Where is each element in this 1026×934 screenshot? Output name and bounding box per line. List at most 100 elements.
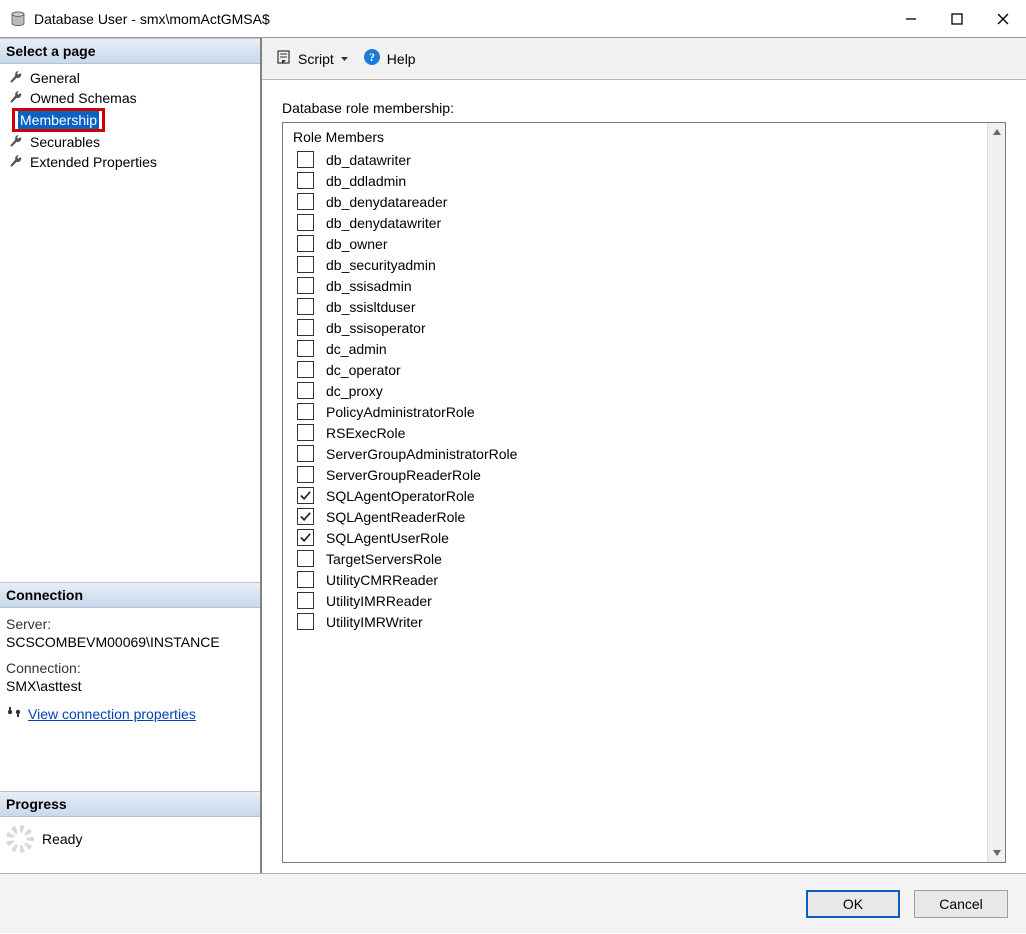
role-row[interactable]: SQLAgentReaderRole	[283, 506, 987, 527]
role-row[interactable]: db_denydatareader	[283, 191, 987, 212]
role-name: db_denydatawriter	[326, 215, 441, 231]
maximize-button[interactable]	[934, 0, 980, 38]
sidebar-item-membership[interactable]: Membership	[12, 108, 105, 132]
role-name: ServerGroupReaderRole	[326, 467, 481, 483]
role-row[interactable]: db_ssisoperator	[283, 317, 987, 338]
help-button[interactable]: ? Help	[359, 46, 420, 71]
role-row[interactable]: SQLAgentUserRole	[283, 527, 987, 548]
sidebar-item-label: Membership	[18, 111, 99, 129]
progress-status: Ready	[42, 831, 82, 847]
scroll-down-icon[interactable]	[988, 844, 1006, 862]
role-row[interactable]: db_denydatawriter	[283, 212, 987, 233]
role-name: UtilityIMRWriter	[326, 614, 423, 630]
role-membership-label: Database role membership:	[282, 100, 1006, 116]
role-checkbox[interactable]	[297, 550, 314, 567]
ok-button[interactable]: OK	[806, 890, 900, 918]
role-checkbox[interactable]	[297, 403, 314, 420]
role-checkbox[interactable]	[297, 361, 314, 378]
script-dropdown[interactable]: Script	[272, 47, 353, 70]
progress-spinner-icon	[6, 825, 34, 853]
role-row[interactable]: ServerGroupReaderRole	[283, 464, 987, 485]
role-checkbox[interactable]	[297, 235, 314, 252]
role-checkbox[interactable]	[297, 487, 314, 504]
role-row[interactable]: UtilityCMRReader	[283, 569, 987, 590]
role-checkbox[interactable]	[297, 214, 314, 231]
role-row[interactable]: UtilityIMRWriter	[283, 611, 987, 632]
sidebar-item-label: Extended Properties	[30, 154, 157, 170]
role-list: db_datawriter db_ddladmin db_denydatareade…	[283, 149, 987, 632]
role-checkbox[interactable]	[297, 277, 314, 294]
wrench-icon	[8, 90, 24, 106]
role-name: SQLAgentUserRole	[326, 530, 449, 546]
role-checkbox[interactable]	[297, 445, 314, 462]
role-name: TargetServersRole	[326, 551, 442, 567]
role-row[interactable]: ServerGroupAdministratorRole	[283, 443, 987, 464]
role-row[interactable]: db_securityadmin	[283, 254, 987, 275]
close-button[interactable]	[980, 0, 1026, 38]
role-name: dc_operator	[326, 362, 401, 378]
role-checkbox[interactable]	[297, 319, 314, 336]
scrollbar[interactable]	[987, 123, 1005, 862]
role-checkbox[interactable]	[297, 592, 314, 609]
dialog-footer: OK Cancel	[0, 873, 1026, 933]
role-checkbox[interactable]	[297, 340, 314, 357]
role-checkbox[interactable]	[297, 256, 314, 273]
role-row[interactable]: TargetServersRole	[283, 548, 987, 569]
script-label: Script	[298, 51, 334, 67]
chevron-down-icon	[340, 51, 349, 67]
role-row[interactable]: PolicyAdministratorRole	[283, 401, 987, 422]
role-row[interactable]: db_datawriter	[283, 149, 987, 170]
role-checkbox[interactable]	[297, 172, 314, 189]
wrench-icon	[8, 154, 24, 170]
sidebar-item-general[interactable]: General	[2, 68, 258, 88]
help-icon: ?	[363, 48, 381, 69]
role-row[interactable]: RSExecRole	[283, 422, 987, 443]
role-name: UtilityIMRReader	[326, 593, 432, 609]
role-row[interactable]: UtilityIMRReader	[283, 590, 987, 611]
role-row[interactable]: dc_admin	[283, 338, 987, 359]
role-row[interactable]: db_ddladmin	[283, 170, 987, 191]
main-panel: Script ? Help Database role membership:	[262, 38, 1026, 873]
role-checkbox[interactable]	[297, 529, 314, 546]
role-name: db_ssisltduser	[326, 299, 416, 315]
role-name: db_ssisadmin	[326, 278, 412, 294]
role-name: SQLAgentOperatorRole	[326, 488, 475, 504]
role-row[interactable]: SQLAgentOperatorRole	[283, 485, 987, 506]
sidebar-item-extended-properties[interactable]: Extended Properties	[2, 152, 258, 172]
role-name: UtilityCMRReader	[326, 572, 438, 588]
role-row[interactable]: db_owner	[283, 233, 987, 254]
sidebar-item-securables[interactable]: Securables	[2, 132, 258, 152]
sidebar-item-label: General	[30, 70, 80, 86]
sidebar-item-label: Securables	[30, 134, 100, 150]
role-row[interactable]: db_ssisltduser	[283, 296, 987, 317]
sidebar: Select a page General Owned Schemas Member…	[0, 38, 262, 873]
role-checkbox[interactable]	[297, 193, 314, 210]
role-row[interactable]: db_ssisadmin	[283, 275, 987, 296]
cancel-button[interactable]: Cancel	[914, 890, 1008, 918]
role-name: db_ddladmin	[326, 173, 406, 189]
role-checkbox[interactable]	[297, 613, 314, 630]
connection-block: Server: SCSCOMBEVM00069\INSTANCE Connect…	[0, 608, 260, 731]
role-name: db_datawriter	[326, 152, 411, 168]
view-connection-properties-link[interactable]: View connection properties	[28, 706, 196, 722]
role-name: SQLAgentReaderRole	[326, 509, 465, 525]
server-value: SCSCOMBEVM00069\INSTANCE	[6, 634, 254, 650]
database-icon	[10, 11, 26, 27]
role-checkbox[interactable]	[297, 466, 314, 483]
connection-properties-icon	[6, 704, 22, 723]
role-checkbox[interactable]	[297, 571, 314, 588]
minimize-button[interactable]	[888, 0, 934, 38]
role-row[interactable]: dc_operator	[283, 359, 987, 380]
connection-header: Connection	[0, 582, 260, 608]
role-checkbox[interactable]	[297, 298, 314, 315]
role-checkbox[interactable]	[297, 424, 314, 441]
role-checkbox[interactable]	[297, 382, 314, 399]
role-row[interactable]: dc_proxy	[283, 380, 987, 401]
select-page-header: Select a page	[0, 38, 260, 64]
role-checkbox[interactable]	[297, 151, 314, 168]
scroll-up-icon[interactable]	[988, 123, 1006, 141]
wrench-icon	[8, 134, 24, 150]
role-checkbox[interactable]	[297, 508, 314, 525]
role-name: ServerGroupAdministratorRole	[326, 446, 517, 462]
sidebar-item-owned-schemas[interactable]: Owned Schemas	[2, 88, 258, 108]
